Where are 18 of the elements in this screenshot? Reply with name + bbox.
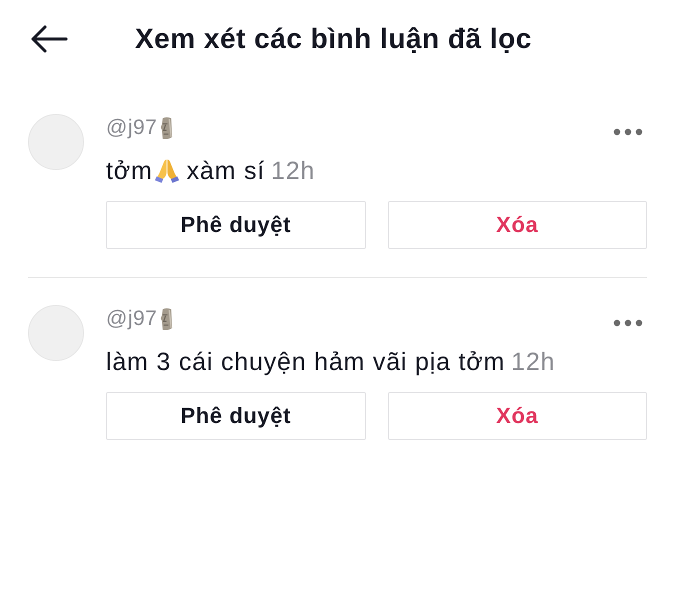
moai-icon xyxy=(159,306,174,332)
approve-button[interactable]: Phê duyệt xyxy=(106,392,366,440)
page-title: Xem xét các bình luận đã lọc xyxy=(135,23,532,55)
comment-text: tởm xyxy=(106,156,153,186)
comment-text: làm 3 cái chuyện hảm vãi pịa tởm xyxy=(106,348,506,376)
moai-icon xyxy=(159,116,174,140)
delete-button[interactable]: Xóa xyxy=(388,201,647,249)
delete-button[interactable]: Xóa xyxy=(388,392,647,440)
comment-text: xàm sí xyxy=(186,156,265,186)
approve-button[interactable]: Phê duyệt xyxy=(106,201,366,249)
username[interactable]: @j97 xyxy=(106,116,158,140)
username[interactable]: @j97 xyxy=(106,307,158,331)
back-icon[interactable] xyxy=(30,25,68,53)
more-options-icon[interactable] xyxy=(613,128,643,136)
comment-time: 12h xyxy=(271,156,316,186)
comment-time: 12h xyxy=(511,348,556,376)
more-options-icon[interactable] xyxy=(613,319,643,327)
praying-hands-icon xyxy=(154,158,180,184)
